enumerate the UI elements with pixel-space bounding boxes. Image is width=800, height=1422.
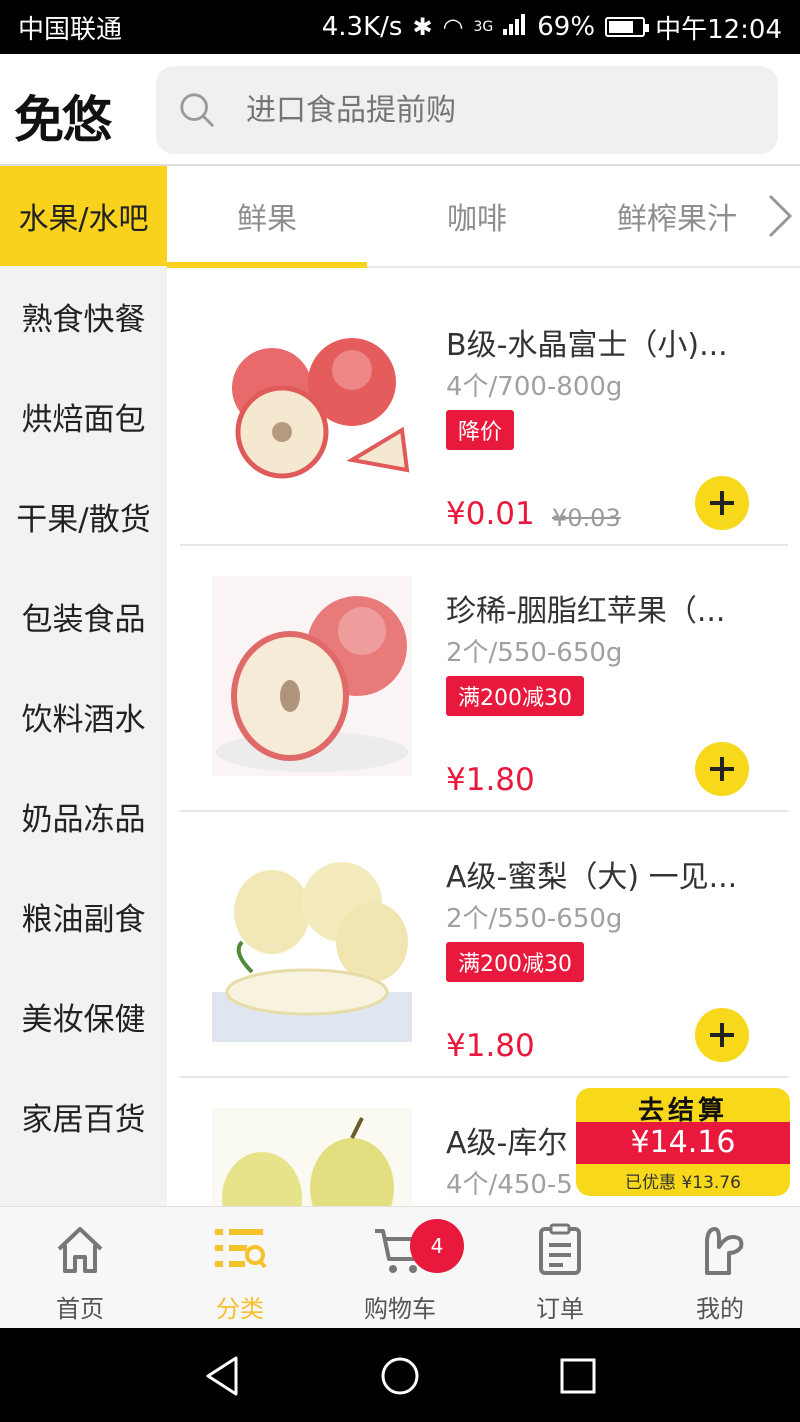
network-type: 3G (473, 19, 494, 35)
plus-icon (710, 757, 734, 781)
signal-icon (503, 12, 527, 42)
bluetooth-icon: ✱ (412, 13, 433, 41)
system-nav-bar (0, 1328, 800, 1422)
cart-count-badge: 4 (410, 1219, 464, 1273)
sidebar-item-fruit[interactable]: 水果/水吧 (0, 166, 167, 266)
status-bar: 中国联通 4.3K/s ✱ ◠ 3G 69% 中午12:04 (0, 0, 800, 54)
product-card[interactable]: A级-蜜梨（大) 一见... 2个/550-650g 满200减30 ¥1.80 (180, 812, 788, 1078)
sidebar-item-home[interactable]: 家居百货 (0, 1066, 167, 1166)
tab-fresh-fruit[interactable]: 鲜果 (167, 166, 367, 268)
app-header: 免悠 (0, 54, 800, 166)
search-bar[interactable] (156, 66, 778, 154)
back-icon[interactable] (204, 1356, 240, 1396)
product-name: A级-库尔 (446, 1126, 568, 1161)
carrier-label: 中国联通 (18, 14, 123, 45)
nav-orders-label: 订单 (536, 1295, 584, 1323)
product-spec: 2个/550-650g (446, 638, 623, 668)
network-speed: 4.3K/s (321, 12, 403, 42)
checkout-button[interactable]: 去结算 ¥14.16 已优惠 ¥13.76 (576, 1088, 790, 1196)
tab-coffee[interactable]: 咖啡 (377, 166, 577, 266)
recents-icon[interactable] (560, 1358, 596, 1394)
nav-profile[interactable]: 我的 (640, 1207, 800, 1329)
product-price: ¥1.80 (446, 1028, 535, 1064)
order-icon (539, 1223, 581, 1275)
product-name: 珍稀-胭脂红苹果（... (446, 594, 726, 629)
home-circle-icon[interactable] (380, 1356, 420, 1396)
sidebar-item-beauty[interactable]: 美妆保健 (0, 966, 167, 1066)
checkout-saved: 已优惠 ¥13.76 (625, 1173, 741, 1193)
nav-home-label: 首页 (56, 1295, 104, 1323)
nav-orders[interactable]: 订单 (480, 1207, 640, 1329)
product-price: ¥1.80 (446, 762, 535, 798)
nav-home[interactable]: 首页 (0, 1207, 160, 1329)
sidebar-item-bakery[interactable]: 烘焙面包 (0, 366, 167, 466)
battery-percent: 69% (537, 12, 596, 42)
add-to-cart-button[interactable] (695, 742, 749, 796)
promo-badge: 满200减30 (446, 942, 584, 982)
promo-badge: 满200减30 (446, 676, 584, 716)
sidebar-item-drinks[interactable]: 饮料酒水 (0, 666, 167, 766)
product-card[interactable]: 珍稀-胭脂红苹果（... 2个/550-650g 满200减30 ¥1.80 (180, 546, 788, 812)
product-spec: 2个/550-650g (446, 904, 623, 934)
nav-category[interactable]: 分类 (160, 1207, 320, 1329)
sidebar-item-nuts[interactable]: 干果/散货 (0, 466, 167, 566)
sidebar-item-dairy[interactable]: 奶品冻品 (0, 766, 167, 866)
checkout-total: ¥14.16 (576, 1122, 790, 1164)
search-input[interactable] (246, 92, 746, 128)
apple-image (212, 310, 412, 510)
product-price: ¥0.01 (446, 496, 535, 532)
product-name: A级-蜜梨（大) 一见... (446, 860, 738, 895)
category-sidebar: 水果/水吧 熟食快餐 烘焙面包 干果/散货 包装食品 饮料酒水 奶品冻品 粮油副… (0, 166, 167, 1206)
original-price: ¥0.03 (552, 504, 621, 532)
bottom-nav: 首页 分类 4 购物车 订单 我的 (0, 1206, 800, 1328)
sidebar-item-deli[interactable]: 熟食快餐 (0, 266, 167, 366)
nav-cart[interactable]: 4 购物车 (320, 1207, 480, 1329)
promo-badge: 降价 (446, 410, 515, 450)
home-icon (57, 1227, 103, 1273)
plus-icon (710, 491, 734, 515)
sidebar-item-grocery[interactable]: 粮油副食 (0, 866, 167, 966)
pear-image (212, 842, 412, 1042)
search-icon (180, 93, 214, 127)
add-to-cart-button[interactable] (695, 1008, 749, 1062)
sidebar-item-packaged[interactable]: 包装食品 (0, 566, 167, 666)
plus-icon (710, 1023, 734, 1047)
product-name: B级-水晶富士（小)... (446, 328, 728, 363)
app-logo: 免悠 (14, 91, 112, 149)
nav-cart-label: 购物车 (364, 1295, 436, 1323)
apple-image (212, 576, 412, 776)
product-list: B级-水晶富士（小)... 4个/700-800g 降价 ¥0.01 ¥0.03… (167, 268, 800, 1206)
clock: 中午12:04 (655, 14, 782, 45)
profile-icon (705, 1227, 744, 1275)
chevron-right-icon[interactable] (764, 192, 794, 240)
wifi-icon: ◠ (442, 13, 464, 41)
category-icon (215, 1229, 267, 1269)
nav-profile-label: 我的 (696, 1295, 744, 1323)
battery-icon (605, 17, 650, 37)
nav-category-label: 分类 (216, 1295, 264, 1323)
add-to-cart-button[interactable] (695, 476, 749, 530)
product-spec: 4个/700-800g (446, 372, 623, 402)
tab-fresh-juice[interactable]: 鲜榨果汁 (577, 166, 777, 266)
product-spec: 4个/450-5 (446, 1170, 573, 1200)
pear-image (212, 1108, 412, 1206)
subcategory-tabs: 鲜果 咖啡 鲜榨果汁 (167, 166, 800, 268)
status-icons: 4.3K/s ✱ ◠ 3G 69% 中午12:04 (322, 9, 782, 46)
product-card[interactable]: B级-水晶富士（小)... 4个/700-800g 降价 ¥0.01 ¥0.03 (180, 280, 788, 546)
